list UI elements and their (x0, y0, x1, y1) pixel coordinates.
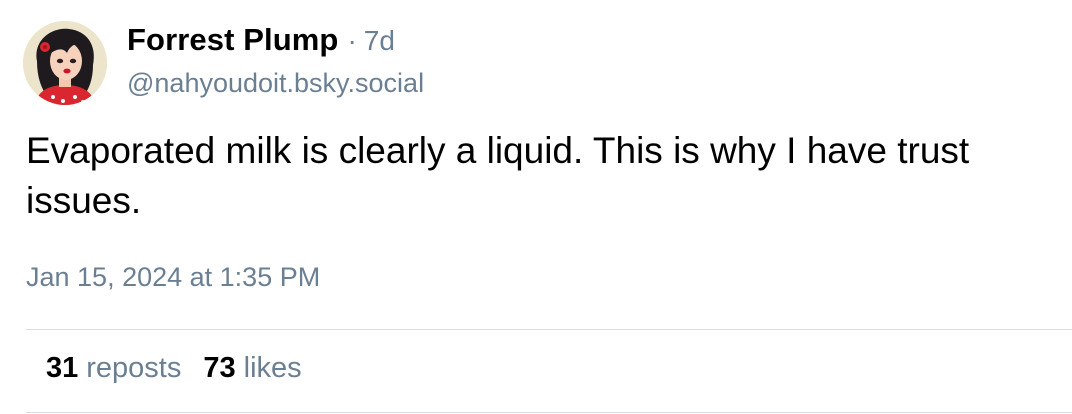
author-row: Forrest Plump · 7d (127, 22, 395, 64)
reposts-count: 31 (46, 352, 79, 384)
separator-dot: · (347, 25, 357, 56)
engagement-stats: 31 reposts 73 likes (46, 352, 302, 385)
reposts-stat[interactable]: 31 reposts (46, 352, 181, 385)
reposts-label: reposts (86, 352, 182, 384)
divider (26, 412, 1072, 413)
post-card: Forrest Plump · 7d @nahyoudoit.bsky.soci… (0, 0, 1072, 414)
author-handle[interactable]: @nahyoudoit.bsky.social (127, 68, 424, 99)
likes-count: 73 (203, 352, 236, 384)
post-text: Evaporated milk is clearly a liquid. Thi… (26, 130, 970, 221)
likes-stat[interactable]: 73 likes (203, 352, 301, 385)
likes-label: likes (243, 352, 302, 384)
author-display-name[interactable]: Forrest Plump (127, 22, 338, 58)
divider (26, 329, 1072, 330)
post-age[interactable]: 7d (364, 25, 395, 57)
avatar-image (23, 21, 107, 105)
avatar[interactable] (23, 21, 107, 105)
post-timestamp: Jan 15, 2024 at 1:35 PM (26, 262, 321, 292)
